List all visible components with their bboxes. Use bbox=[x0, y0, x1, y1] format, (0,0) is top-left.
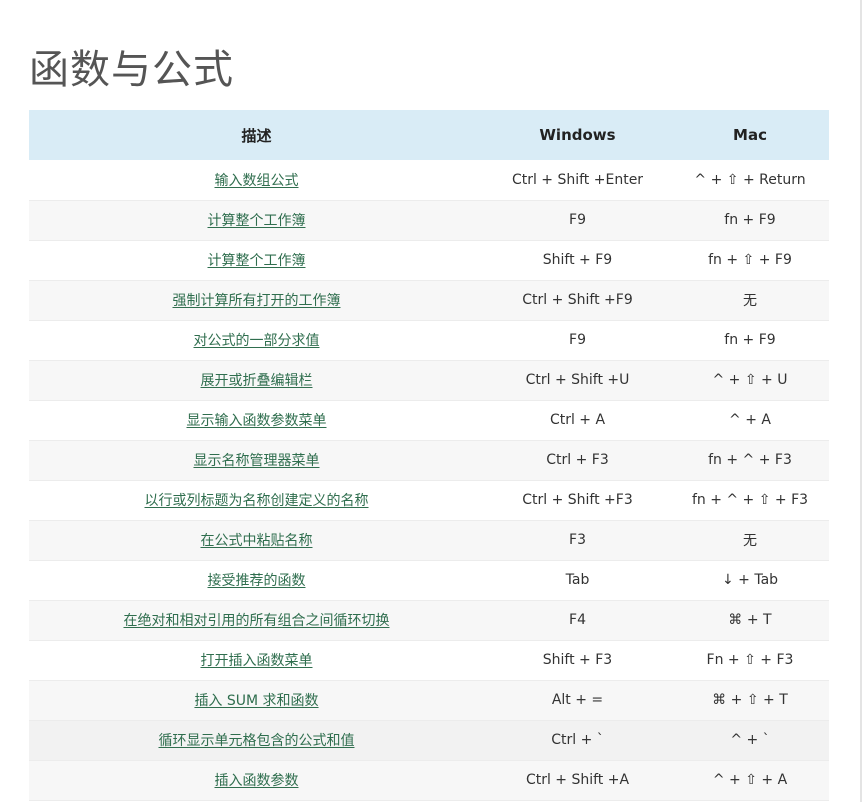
mac-shortcut: ^ + ⇧ + Return bbox=[694, 171, 806, 188]
page: 函数与公式 描述 Windows Mac 输入数组公式 Ctrl + Shift… bbox=[0, 0, 862, 802]
description-link[interactable]: 在绝对和相对引用的所有组合之间循环切换 bbox=[124, 613, 390, 629]
description-cell: 在绝对和相对引用的所有组合之间循环切换 bbox=[29, 600, 484, 640]
description-cell: 打开插入函数菜单 bbox=[29, 640, 484, 680]
description-cell: 显示名称管理器菜单 bbox=[29, 440, 484, 480]
description-cell: 循环显示单元格包含的公式和值 bbox=[29, 720, 484, 760]
description-cell: 接受推荐的函数 bbox=[29, 560, 484, 600]
description-link[interactable]: 显示输入函数参数菜单 bbox=[187, 413, 327, 429]
mac-shortcut: ⌘ + ⇧ + T bbox=[712, 692, 788, 708]
table-row: 以行或列标题为名称创建定义的名称 Ctrl + Shift +F3 fn + ^… bbox=[29, 480, 829, 520]
table-row: 计算整个工作簿 F9 fn + F9 bbox=[29, 200, 829, 240]
description-cell: 显示输入函数参数菜单 bbox=[29, 400, 484, 440]
windows-shortcut: F9 bbox=[569, 332, 586, 348]
windows-shortcut: Shift + F3 bbox=[542, 652, 613, 668]
windows-shortcut: Alt + = bbox=[551, 692, 604, 708]
description-link[interactable]: 接受推荐的函数 bbox=[208, 573, 306, 589]
description-cell: 在公式中粘贴名称 bbox=[29, 520, 484, 560]
mac-shortcut: ^ + A bbox=[729, 412, 771, 428]
description-link[interactable]: 插入 SUM 求和函数 bbox=[194, 693, 318, 709]
windows-shortcut: F9 bbox=[569, 212, 586, 228]
description-link[interactable]: 插入函数参数 bbox=[215, 773, 299, 789]
table-row: 接受推荐的函数 Tab ↓ + Tab bbox=[29, 560, 829, 600]
windows-shortcut: Ctrl + Shift +F3 bbox=[522, 492, 633, 508]
header-windows: Windows bbox=[539, 126, 616, 144]
description-cell: 展开或折叠编辑栏 bbox=[29, 360, 484, 400]
windows-shortcut: Tab bbox=[565, 572, 590, 588]
description-cell: 插入 SUM 求和函数 bbox=[29, 680, 484, 720]
table-header-row: 描述 Windows Mac bbox=[29, 110, 829, 160]
windows-shortcut: Ctrl + Shift +Enter bbox=[511, 171, 644, 188]
table-row: 插入函数参数 Ctrl + Shift +A ^ + ⇧ + A bbox=[29, 760, 829, 800]
table-row: 输入数组公式 Ctrl + Shift +Enter ^ + ⇧ + Retur… bbox=[29, 160, 829, 200]
mac-shortcut: fn + ^ + F3 bbox=[708, 452, 792, 468]
mac-shortcut: ↓ + Tab bbox=[721, 572, 779, 588]
description-cell: 输入数组公式 bbox=[29, 160, 484, 200]
table-row: 插入 SUM 求和函数 Alt + = ⌘ + ⇧ + T bbox=[29, 680, 829, 720]
mac-shortcut: ^ + ⇧ + U bbox=[712, 372, 788, 388]
mac-shortcut: ⌘ + T bbox=[728, 612, 772, 628]
table-row: 循环显示单元格包含的公式和值 Ctrl + ` ^ + ` bbox=[29, 720, 829, 760]
table-row: 对公式的一部分求值 F9 fn + F9 bbox=[29, 320, 829, 360]
windows-shortcut: Ctrl + A bbox=[549, 412, 606, 428]
table-row: 计算整个工作簿 Shift + F9 fn + ⇧ + F9 bbox=[29, 240, 829, 280]
mac-shortcut: fn + F9 bbox=[724, 212, 776, 228]
header-description: 描述 bbox=[241, 126, 272, 145]
mac-shortcut: fn + ^ + ⇧ + F3 bbox=[691, 492, 809, 508]
table-row: 展开或折叠编辑栏 Ctrl + Shift +U ^ + ⇧ + U bbox=[29, 360, 829, 400]
description-link[interactable]: 展开或折叠编辑栏 bbox=[201, 373, 313, 389]
mac-shortcut: ^ + ` bbox=[730, 732, 770, 748]
description-link[interactable]: 在公式中粘贴名称 bbox=[201, 533, 313, 549]
description-link[interactable]: 输入数组公式 bbox=[215, 173, 299, 189]
table-row: 显示输入函数参数菜单 Ctrl + A ^ + A bbox=[29, 400, 829, 440]
description-link[interactable]: 强制计算所有打开的工作簿 bbox=[173, 293, 341, 309]
description-cell: 计算整个工作簿 bbox=[29, 200, 484, 240]
windows-shortcut: Ctrl + ` bbox=[551, 732, 604, 748]
windows-shortcut: Ctrl + Shift +A bbox=[525, 772, 630, 788]
windows-shortcut: Ctrl + Shift +U bbox=[525, 372, 630, 388]
description-link[interactable]: 以行或列标题为名称创建定义的名称 bbox=[145, 493, 369, 509]
description-link[interactable]: 循环显示单元格包含的公式和值 bbox=[159, 733, 355, 749]
mac-shortcut: 无 bbox=[743, 293, 757, 309]
description-link[interactable]: 计算整个工作簿 bbox=[208, 253, 306, 269]
windows-shortcut: Ctrl + F3 bbox=[546, 452, 609, 468]
description-link[interactable]: 对公式的一部分求值 bbox=[194, 333, 320, 349]
description-cell: 以行或列标题为名称创建定义的名称 bbox=[29, 480, 484, 520]
description-link[interactable]: 计算整个工作簿 bbox=[208, 213, 306, 229]
windows-shortcut: Shift + F9 bbox=[542, 252, 613, 268]
mac-shortcut: ^ + ⇧ + A bbox=[712, 772, 788, 788]
description-cell: 计算整个工作簿 bbox=[29, 240, 484, 280]
mac-shortcut: fn + F9 bbox=[724, 332, 776, 348]
header-mac: Mac bbox=[733, 126, 767, 144]
mac-shortcut: Fn + ⇧ + F3 bbox=[706, 652, 794, 668]
description-link[interactable]: 打开插入函数菜单 bbox=[201, 653, 313, 669]
description-link[interactable]: 显示名称管理器菜单 bbox=[194, 453, 320, 469]
table-row: 显示名称管理器菜单 Ctrl + F3 fn + ^ + F3 bbox=[29, 440, 829, 480]
windows-shortcut: F3 bbox=[569, 532, 586, 548]
description-cell: 对公式的一部分求值 bbox=[29, 320, 484, 360]
table-row: 强制计算所有打开的工作簿 Ctrl + Shift +F9 无 bbox=[29, 280, 829, 320]
mac-shortcut: 无 bbox=[743, 533, 757, 549]
page-title: 函数与公式 bbox=[29, 47, 234, 93]
mac-shortcut: fn + ⇧ + F9 bbox=[708, 252, 792, 268]
windows-shortcut: Ctrl + Shift +F9 bbox=[522, 292, 633, 308]
shortcuts-table: 描述 Windows Mac 输入数组公式 Ctrl + Shift +Ente… bbox=[29, 110, 829, 801]
description-cell: 插入函数参数 bbox=[29, 760, 484, 800]
description-cell: 强制计算所有打开的工作簿 bbox=[29, 280, 484, 320]
table-row: 在公式中粘贴名称 F3 无 bbox=[29, 520, 829, 560]
windows-shortcut: F4 bbox=[569, 612, 586, 628]
table-row: 打开插入函数菜单 Shift + F3 Fn + ⇧ + F3 bbox=[29, 640, 829, 680]
table-row: 在绝对和相对引用的所有组合之间循环切换 F4 ⌘ + T bbox=[29, 600, 829, 640]
